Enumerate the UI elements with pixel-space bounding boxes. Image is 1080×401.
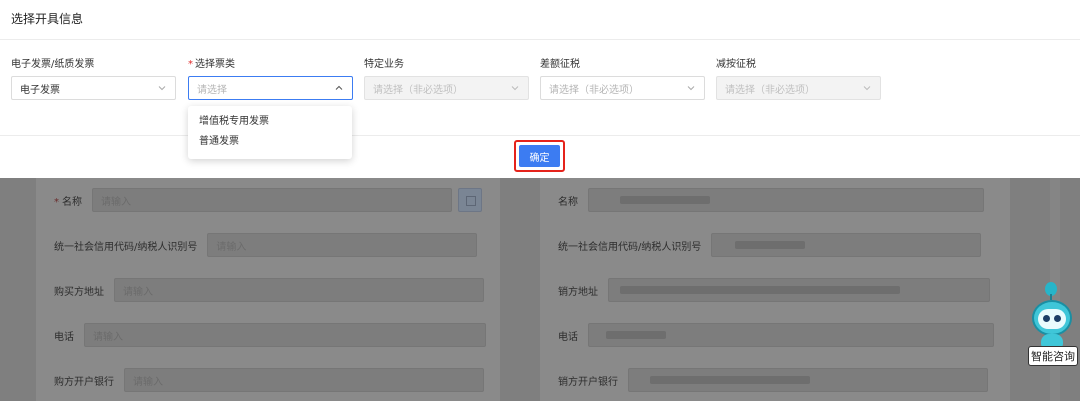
invoice-type-dropdown: 增值税专用发票 普通发票 <box>188 106 352 159</box>
differential-tax-field: 差额征税 请选择（非必选项） <box>540 58 705 100</box>
buyer-name-label: 名称 <box>62 196 82 208</box>
buyer-taxid-label: 统一社会信用代码/纳税人识别号 <box>54 241 198 253</box>
buyer-taxid-row: 统一社会信用代码/纳税人识别号 请输入 <box>54 233 478 257</box>
chevron-down-icon <box>687 84 695 92</box>
redacted-text <box>650 376 810 384</box>
buyer-lookup-button[interactable] <box>458 188 482 212</box>
confirm-highlight: 确定 <box>514 140 565 172</box>
required-mark: * <box>188 59 193 70</box>
chevron-down-icon <box>158 84 166 92</box>
chevron-up-icon <box>335 84 343 92</box>
buyer-name-row: * 名称 请输入 <box>54 188 482 212</box>
redacted-text <box>735 241 805 249</box>
divider <box>0 135 1080 136</box>
field-label: 特定业务 <box>364 59 404 70</box>
reduced-tax-field: 减按征税 请选择（非必选项） <box>716 58 881 100</box>
seller-taxid-label: 统一社会信用代码/纳税人识别号 <box>558 241 702 253</box>
field-label: 减按征税 <box>716 59 756 70</box>
assistant-label[interactable]: 智能咨询 <box>1028 346 1078 366</box>
buyer-taxid-input[interactable]: 请输入 <box>207 233 478 257</box>
field-label: 差额征税 <box>540 59 580 70</box>
invoice-medium-select[interactable]: 电子发票 <box>11 76 176 100</box>
seller-phone-label: 电话 <box>558 331 578 343</box>
dialog-title: 选择开具信息 <box>11 12 84 26</box>
buyer-name-input[interactable]: 请输入 <box>92 188 452 212</box>
field-label: 选择票类 <box>195 59 235 70</box>
differential-tax-select[interactable]: 请选择（非必选项） <box>540 76 705 100</box>
buyer-address-label: 购买方地址 <box>54 286 104 298</box>
seller-address-label: 销方地址 <box>558 286 598 298</box>
special-business-select[interactable]: 请选择（非必选项） <box>364 76 529 100</box>
invoice-medium-field: 电子发票/纸质发票 电子发票 <box>11 58 176 100</box>
buyer-address-input[interactable]: 请输入 <box>114 278 484 302</box>
confirm-button[interactable]: 确定 <box>519 145 560 167</box>
redacted-text <box>620 286 900 294</box>
issue-info-dialog: 选择开具信息 电子发票/纸质发票 电子发票 * 选择票类 请选择 特定业务 请选择… <box>0 0 1080 178</box>
dropdown-option[interactable]: 增值税专用发票 <box>188 112 352 132</box>
buyer-bank-row: 购方开户银行 请输入 <box>54 368 484 392</box>
buyer-bank-label: 购方开户银行 <box>54 376 114 388</box>
buyer-phone-input[interactable]: 请输入 <box>84 323 486 347</box>
redacted-text <box>606 331 666 339</box>
special-business-field: 特定业务 请选择（非必选项） <box>364 58 529 100</box>
dropdown-option[interactable]: 普通发票 <box>188 132 352 152</box>
seller-bank-label: 销方开户银行 <box>558 376 618 388</box>
field-label: 电子发票/纸质发票 <box>11 59 95 70</box>
buyer-phone-label: 电话 <box>54 331 74 343</box>
reduced-tax-select[interactable]: 请选择（非必选项） <box>716 76 881 100</box>
chevron-down-icon <box>511 84 519 92</box>
chevron-down-icon <box>863 84 871 92</box>
invoice-type-field: * 选择票类 请选择 <box>188 58 353 100</box>
buyer-panel: * 名称 请输入 统一社会信用代码/纳税人识别号 请输入 购买方地址 请输入 电话… <box>36 178 500 401</box>
divider <box>0 39 1080 40</box>
background-form: * 名称 请输入 统一社会信用代码/纳税人识别号 请输入 购买方地址 请输入 电话… <box>0 178 1080 401</box>
seller-panel: 名称 统一社会信用代码/纳税人识别号 销方地址 电话 销方开户银行 <box>540 178 1010 401</box>
seller-name-label: 名称 <box>558 196 578 208</box>
buyer-phone-row: 电话 请输入 <box>54 323 486 347</box>
buyer-bank-input[interactable]: 请输入 <box>124 368 484 392</box>
buyer-address-row: 购买方地址 请输入 <box>54 278 484 302</box>
redacted-text <box>620 196 710 204</box>
smart-consult-assistant[interactable]: 智能咨询 <box>1024 282 1080 372</box>
invoice-type-select[interactable]: 请选择 <box>188 76 353 100</box>
